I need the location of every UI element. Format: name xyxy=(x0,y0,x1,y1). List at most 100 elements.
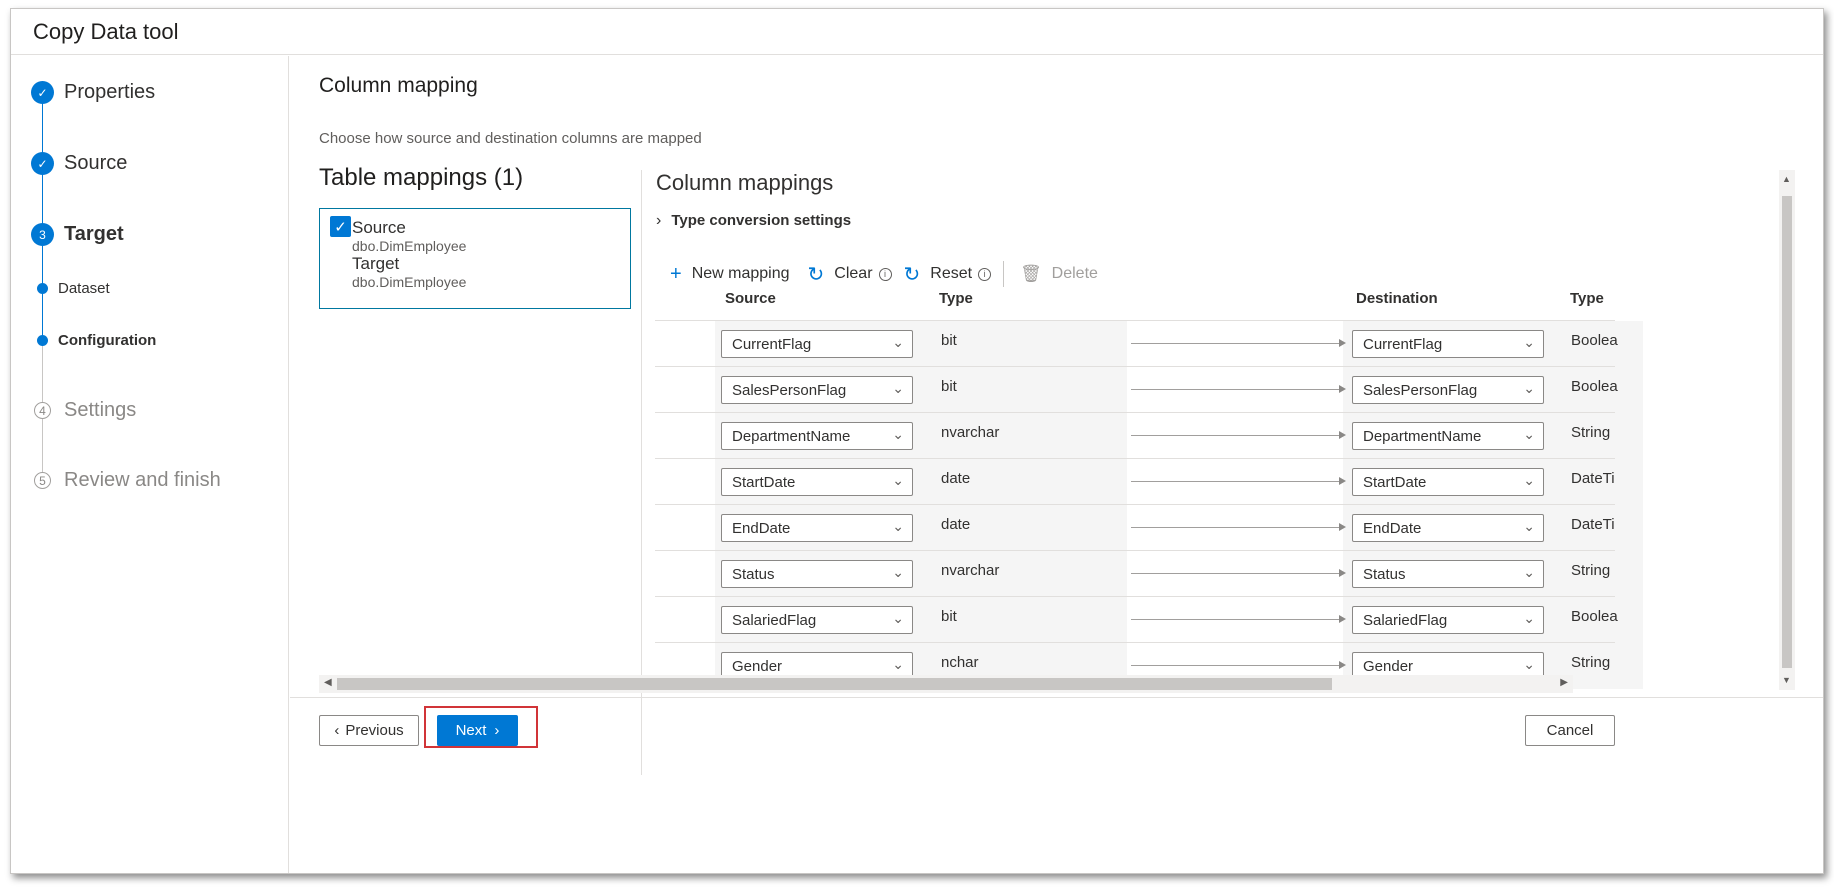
arrow-right-icon xyxy=(1339,477,1346,485)
step-dataset[interactable]: Dataset xyxy=(31,280,110,297)
destination-type: Boolea xyxy=(1571,332,1618,349)
chevron-down-icon: ⌄ xyxy=(1523,518,1535,534)
source-table-name: dbo.DimEmployee xyxy=(352,238,467,254)
type-conversion-label: Type conversion settings xyxy=(671,212,852,229)
scrollbar-thumb[interactable] xyxy=(337,678,1332,690)
source-column-dropdown[interactable]: SalesPersonFlag ⌄ xyxy=(721,376,913,404)
table-row: SalariedFlag ⌄ bit SalariedFlag ⌄ Boolea xyxy=(655,596,1643,643)
previous-label: Previous xyxy=(345,722,404,739)
vertical-scrollbar[interactable]: ▲ ▼ xyxy=(1779,170,1795,690)
clear-button[interactable]: ↻ Clear xyxy=(808,262,873,287)
source-column-value: CurrentFlag xyxy=(732,335,812,353)
source-column-dropdown[interactable]: SalariedFlag ⌄ xyxy=(721,606,913,634)
step-settings[interactable]: 4 Settings xyxy=(31,399,136,422)
type-conversion-settings-toggle[interactable]: › Type conversion settings xyxy=(656,212,851,230)
delete-button[interactable]: 🗑 Delete xyxy=(1020,264,1098,284)
destination-column-value: SalariedFlag xyxy=(1363,611,1448,629)
page-description: Choose how source and destination column… xyxy=(319,130,702,147)
destination-type: DateTi xyxy=(1571,516,1615,533)
destination-column-dropdown[interactable]: Status ⌄ xyxy=(1352,560,1544,588)
previous-button[interactable]: ‹ Previous xyxy=(319,715,419,746)
source-type: nvarchar xyxy=(941,562,1000,579)
info-icon[interactable]: i xyxy=(878,267,892,281)
step-label: Properties xyxy=(64,81,156,103)
step-label: Dataset xyxy=(58,280,110,297)
scroll-down-icon[interactable]: ▼ xyxy=(1782,675,1791,685)
reset-button[interactable]: ↻ Reset xyxy=(904,262,973,287)
clear-label: Clear xyxy=(834,265,873,282)
destination-column-dropdown[interactable]: SalariedFlag ⌄ xyxy=(1352,606,1544,634)
mapping-arrow-line xyxy=(1131,343,1341,344)
arrow-right-icon xyxy=(1339,431,1346,439)
destination-column-value: DepartmentName xyxy=(1363,427,1482,445)
mapping-arrow-line xyxy=(1131,665,1341,666)
new-mapping-label: New mapping xyxy=(691,265,790,282)
chevron-down-icon: ⌄ xyxy=(892,564,904,580)
scrollbar-thumb[interactable] xyxy=(1782,196,1792,668)
destination-column-dropdown[interactable]: DepartmentName ⌄ xyxy=(1352,422,1544,450)
new-mapping-button[interactable]: + New mapping xyxy=(670,263,790,286)
source-column-dropdown[interactable]: StartDate ⌄ xyxy=(721,468,913,496)
source-column-value: Gender xyxy=(732,657,783,675)
destination-column-value: EndDate xyxy=(1363,519,1422,537)
destination-column-dropdown[interactable]: SalesPersonFlag ⌄ xyxy=(1352,376,1544,404)
table-row: DepartmentName ⌄ nvarchar DepartmentName ⌄ St… xyxy=(655,412,1643,459)
table-mapping-item[interactable]: ✓ Source dbo.DimEmployee Target dbo.DimE… xyxy=(319,208,631,309)
step-review-and-finish[interactable]: 5 Review and finish xyxy=(31,469,221,492)
chevron-down-icon: ⌄ xyxy=(1523,472,1535,488)
arrow-right-icon xyxy=(1339,523,1346,531)
column-header-dest-type: Type xyxy=(1570,290,1604,307)
check-icon: ✓ xyxy=(31,81,54,104)
cancel-button[interactable]: Cancel xyxy=(1525,715,1615,746)
step-source[interactable]: ✓ Source xyxy=(31,152,127,175)
destination-column-dropdown[interactable]: StartDate ⌄ xyxy=(1352,468,1544,496)
refresh-icon: ↻ xyxy=(903,263,921,286)
step-properties[interactable]: ✓ Properties xyxy=(31,81,155,104)
mapping-arrow-line xyxy=(1131,481,1341,482)
window-title: Copy Data tool xyxy=(33,19,179,44)
column-mappings-title: Column mappings xyxy=(656,170,834,195)
destination-column-value: CurrentFlag xyxy=(1363,335,1443,353)
arrow-right-icon xyxy=(1339,569,1346,577)
step-configuration[interactable]: Configuration xyxy=(31,332,156,349)
next-button[interactable]: Next › xyxy=(437,715,518,746)
mapping-arrow-line xyxy=(1131,573,1341,574)
source-type: bit xyxy=(941,332,957,349)
source-type: bit xyxy=(941,378,957,395)
step-label: Review and finish xyxy=(64,469,221,491)
source-column-dropdown[interactable]: EndDate ⌄ xyxy=(721,514,913,542)
checkbox-checked-icon[interactable]: ✓ xyxy=(330,216,351,237)
horizontal-scrollbar[interactable]: ◀ ▶ xyxy=(319,675,1573,693)
destination-column-dropdown[interactable]: EndDate ⌄ xyxy=(1352,514,1544,542)
destination-column-dropdown[interactable]: CurrentFlag ⌄ xyxy=(1352,330,1544,358)
source-column-dropdown[interactable]: CurrentFlag ⌄ xyxy=(721,330,913,358)
step-target[interactable]: 3 Target xyxy=(31,223,124,246)
source-type: nchar xyxy=(941,654,979,671)
chevron-left-icon: ‹ xyxy=(334,722,340,739)
scroll-right-icon[interactable]: ▶ xyxy=(1560,677,1568,688)
scroll-up-icon[interactable]: ▲ xyxy=(1782,174,1791,184)
chevron-down-icon: ⌄ xyxy=(1523,656,1535,672)
chevron-down-icon: ⌄ xyxy=(892,656,904,672)
page-title: Column mapping xyxy=(319,74,478,97)
chevron-down-icon: ⌄ xyxy=(1523,334,1535,350)
arrow-right-icon xyxy=(1339,339,1346,347)
chevron-down-icon: ⌄ xyxy=(892,334,904,350)
source-column-dropdown[interactable]: Status ⌄ xyxy=(721,560,913,588)
destination-column-value: Gender xyxy=(1363,657,1414,675)
destination-column-value: Status xyxy=(1363,565,1406,583)
chevron-down-icon: ⌄ xyxy=(892,610,904,626)
source-column-value: DepartmentName xyxy=(732,427,851,445)
check-icon: ✓ xyxy=(31,152,54,175)
chevron-down-icon: ⌄ xyxy=(892,380,904,396)
source-column-dropdown[interactable]: DepartmentName ⌄ xyxy=(721,422,913,450)
target-label: Target xyxy=(352,254,400,273)
scroll-left-icon[interactable]: ◀ xyxy=(324,677,332,688)
chevron-down-icon: ⌄ xyxy=(1523,380,1535,396)
substep-dot-icon xyxy=(37,335,48,346)
chevron-down-icon: ⌄ xyxy=(1523,564,1535,580)
step-label: Settings xyxy=(64,399,137,421)
info-icon[interactable]: i xyxy=(978,267,992,281)
chevron-right-icon: › xyxy=(656,212,662,229)
chevron-down-icon: ⌄ xyxy=(892,426,904,442)
